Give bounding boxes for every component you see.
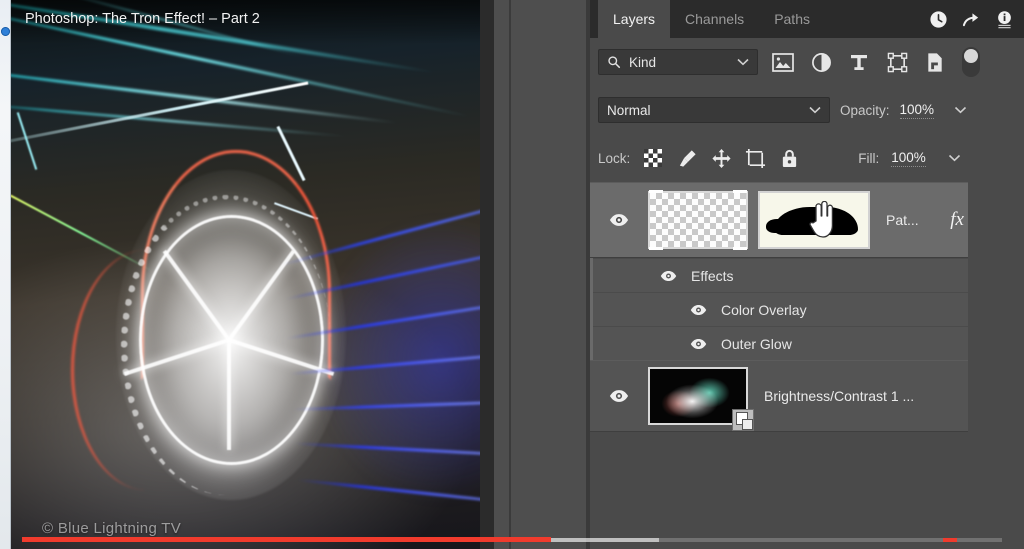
progress-played <box>22 537 552 542</box>
mouse-cursor-hand-icon <box>809 201 834 238</box>
eye-icon <box>690 338 706 349</box>
video-title: Photoshop: The Tron Effect! – Part 2 <box>11 0 480 44</box>
filter-enable-toggle[interactable] <box>962 47 980 77</box>
layer-list-empty-area <box>590 432 996 502</box>
lock-artboard-icon[interactable] <box>744 147 766 169</box>
color-overlay-visibility-toggle[interactable] <box>681 304 715 316</box>
info-icon[interactable] <box>995 10 1014 29</box>
table-row[interactable]: Brightness/Contrast 1 ... <box>590 360 996 432</box>
effect-label-effects: Effects <box>691 267 734 284</box>
filter-smartobject-icon[interactable] <box>922 49 948 75</box>
fill-value[interactable]: 100% <box>891 150 926 167</box>
history-icon[interactable] <box>929 10 948 29</box>
panel-tabbar: Layers Channels Paths <box>590 0 1024 38</box>
workspace-gap <box>480 0 590 549</box>
opacity-chevron-down-icon[interactable] <box>954 106 967 114</box>
filter-kind-value: Kind <box>629 54 657 70</box>
table-row[interactable]: Pat... fx <box>590 182 996 258</box>
list-item[interactable]: Color Overlay <box>593 292 996 326</box>
wheel-spoke <box>227 340 231 450</box>
eye-icon <box>690 304 706 315</box>
layers-panel: Layers Channels Paths Kind Normal Opacit… <box>590 0 1024 549</box>
opacity-value[interactable]: 100% <box>899 102 935 119</box>
lock-position-icon[interactable] <box>710 147 732 169</box>
panel-header-icons <box>929 0 1014 38</box>
smart-object-badge-icon <box>732 409 754 431</box>
filter-shape-icon[interactable] <box>884 49 910 75</box>
layer-list-scroll-gutter[interactable] <box>968 182 996 502</box>
tab-layers-label: Layers <box>613 11 656 27</box>
fill-chevron-down-icon[interactable] <box>948 154 961 162</box>
layer-visibility-toggle[interactable] <box>590 213 648 227</box>
share-icon[interactable] <box>962 10 981 29</box>
filter-adjustment-icon[interactable] <box>808 49 834 75</box>
blend-mode-row: Normal Opacity: 100% <box>590 86 1024 134</box>
layer-name[interactable]: Pat... <box>870 212 950 228</box>
blend-mode-dropdown[interactable]: Normal <box>598 97 830 123</box>
screen-root: © Blue Lightning TV Photoshop: The Tron … <box>0 0 1024 549</box>
workspace-divider <box>480 0 494 549</box>
list-item[interactable]: Effects <box>593 258 996 292</box>
browser-badge-icon[interactable] <box>1 27 10 36</box>
lock-all-icon[interactable] <box>778 147 800 169</box>
tab-layers[interactable]: Layers <box>598 0 671 38</box>
opacity-label: Opacity: <box>840 102 890 118</box>
filter-kind-dropdown[interactable]: Kind <box>598 49 758 75</box>
effect-label-color-overlay: Color Overlay <box>721 301 807 318</box>
eye-icon <box>609 214 629 226</box>
video-watermark: © Blue Lightning TV <box>42 520 182 537</box>
fill-label: Fill: <box>858 150 880 166</box>
layer-list: Pat... fx Effects Color Overlay Outer Gl… <box>590 182 996 502</box>
layer-thumbnail[interactable] <box>648 367 754 431</box>
outer-glow-visibility-toggle[interactable] <box>681 338 715 350</box>
lock-transparency-icon[interactable] <box>642 147 664 169</box>
layer-name[interactable]: Brightness/Contrast 1 ... <box>748 388 996 404</box>
tab-paths[interactable]: Paths <box>759 0 825 38</box>
chevron-down-icon <box>737 58 749 66</box>
browser-edge-strip <box>0 0 11 549</box>
layer-thumbnail[interactable] <box>648 190 748 250</box>
search-icon <box>608 56 621 69</box>
eye-icon <box>609 390 629 402</box>
lock-row: Lock: Fill: 100% <box>590 134 1024 182</box>
chevron-down-icon <box>809 106 821 114</box>
layer-effects-group: Effects Color Overlay Outer Glow <box>590 258 996 360</box>
video-player[interactable]: © Blue Lightning TV <box>11 0 480 549</box>
effects-visibility-toggle[interactable] <box>651 270 685 282</box>
list-item[interactable]: Outer Glow <box>593 326 996 360</box>
tab-channels-label: Channels <box>685 11 745 27</box>
layer-filter-row: Kind <box>590 38 1024 86</box>
eye-icon <box>660 270 676 281</box>
tab-paths-label: Paths <box>774 11 810 27</box>
effect-label-outer-glow: Outer Glow <box>721 335 792 352</box>
workspace-divider <box>509 0 511 549</box>
progress-chapter-marker[interactable] <box>943 538 958 542</box>
filter-pixel-icon[interactable] <box>770 49 796 75</box>
blend-mode-value: Normal <box>607 102 651 118</box>
lock-image-pixels-icon[interactable] <box>676 147 698 169</box>
tab-channels[interactable]: Channels <box>670 0 759 38</box>
video-progress-bar[interactable] <box>0 537 1024 543</box>
layer-visibility-toggle[interactable] <box>590 389 648 403</box>
filter-type-icon[interactable] <box>846 49 872 75</box>
lock-label: Lock: <box>598 150 631 166</box>
